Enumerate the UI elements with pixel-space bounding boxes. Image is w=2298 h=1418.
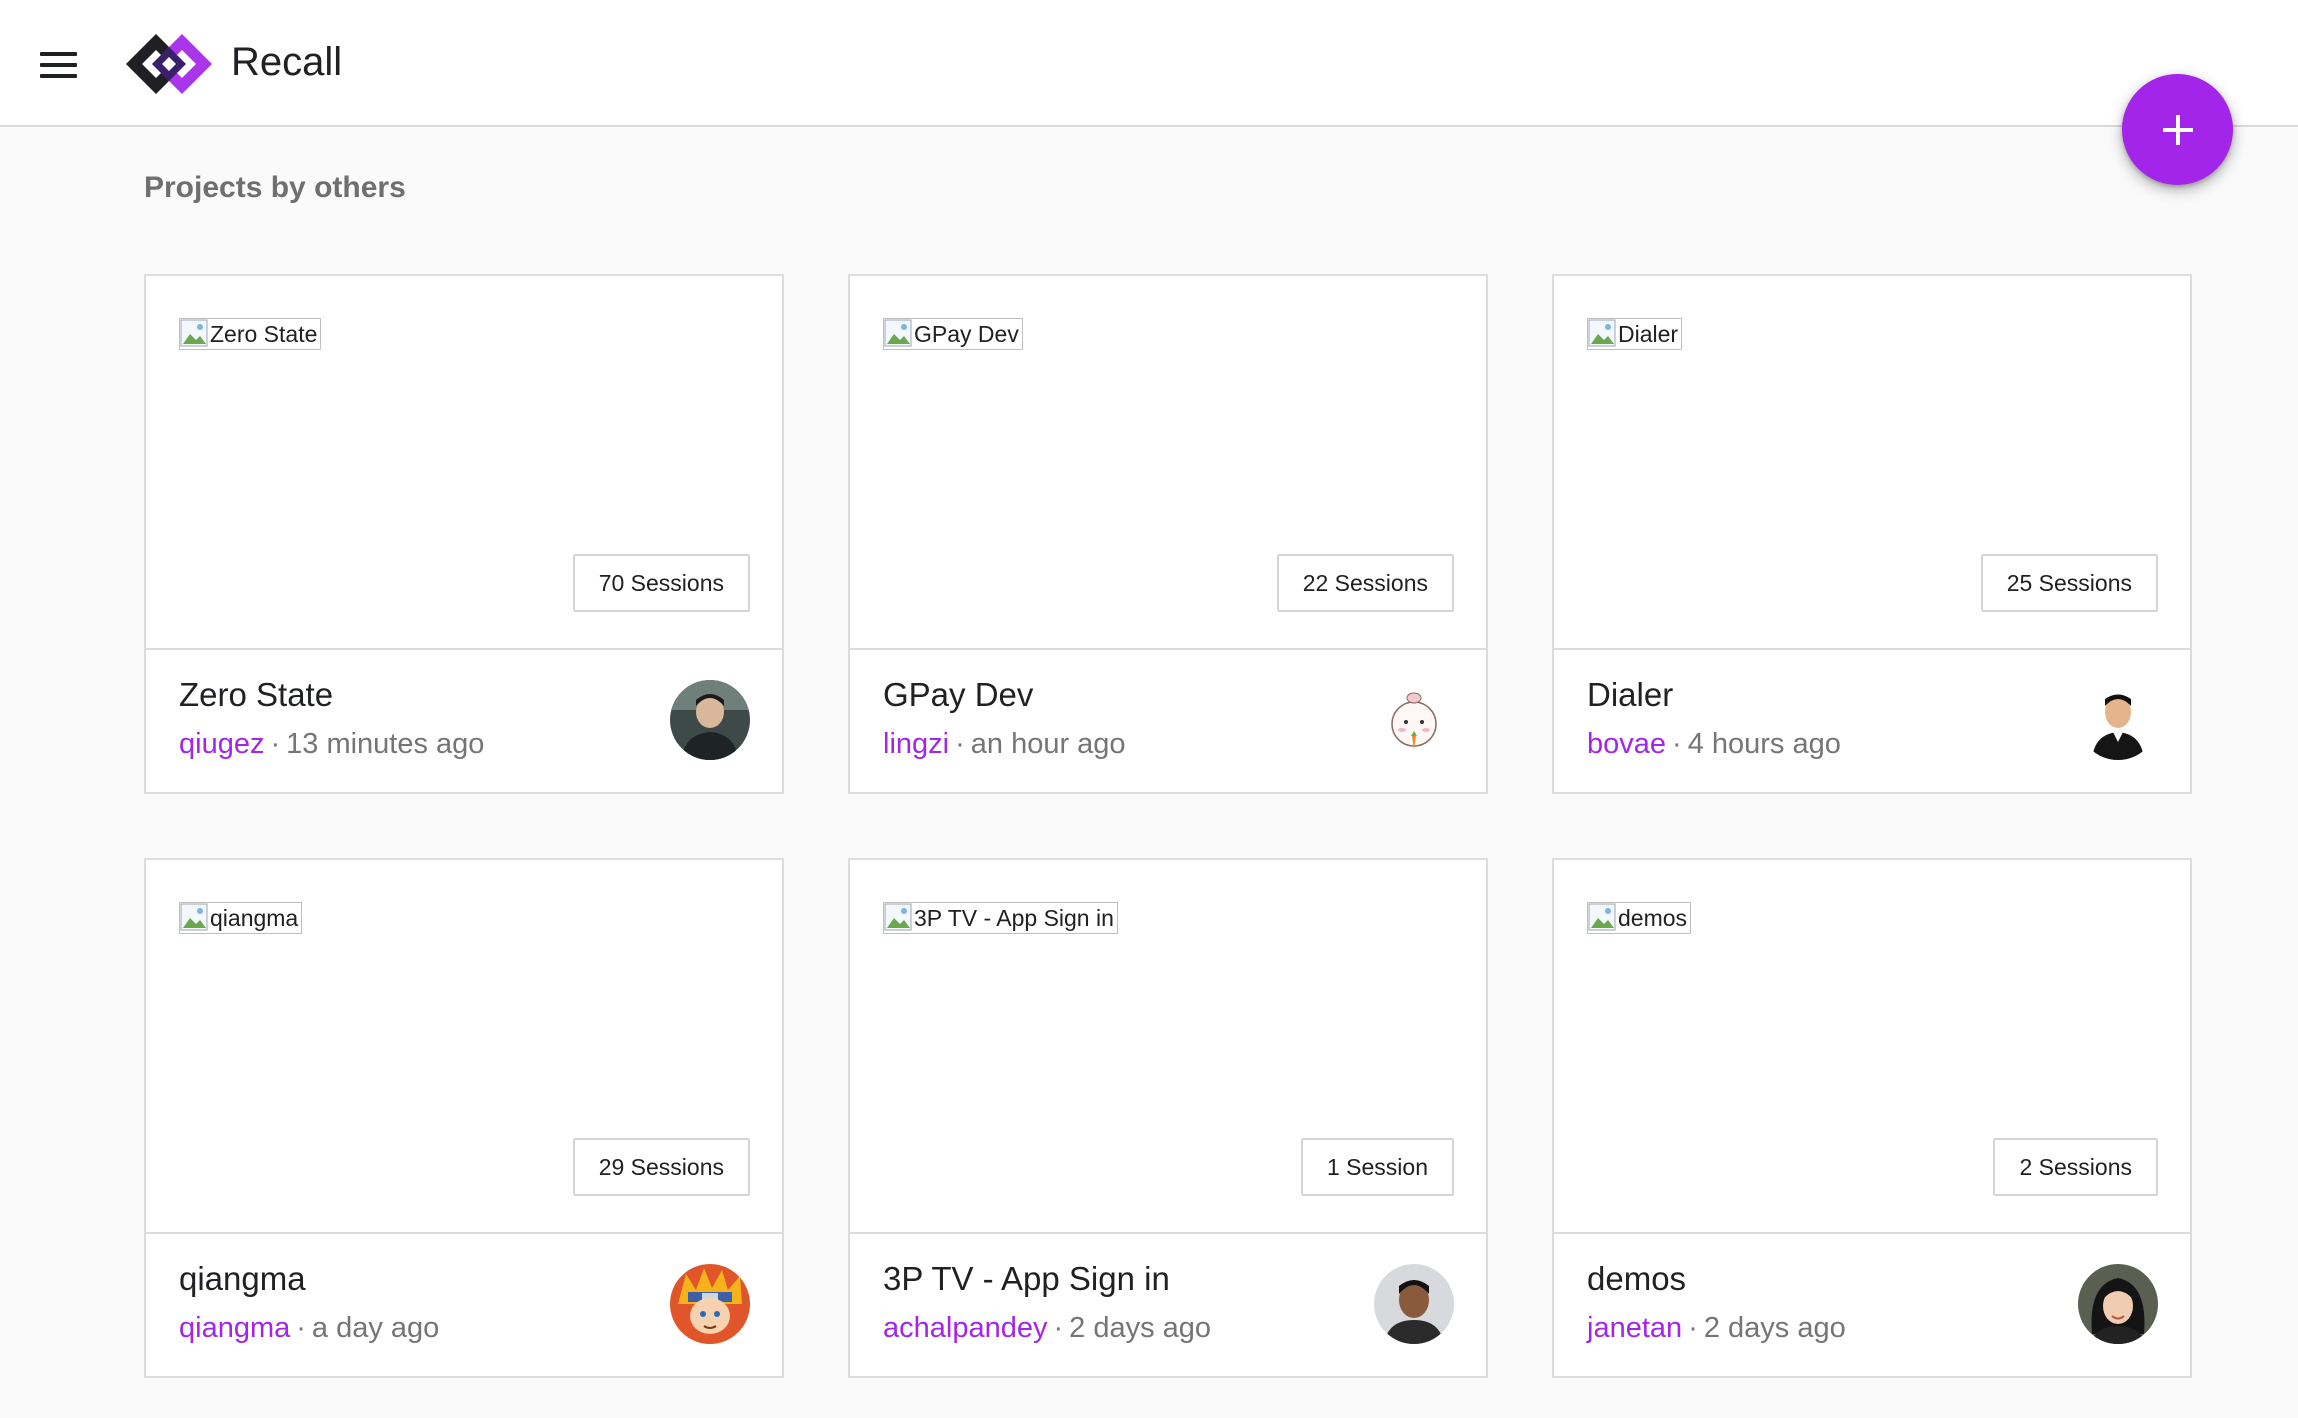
sessions-button[interactable]: 2 Sessions	[1993, 1138, 2158, 1196]
updated-time: a day ago	[311, 1312, 440, 1344]
avatar[interactable]	[670, 1264, 750, 1344]
updated-time: 2 days ago	[1703, 1312, 1846, 1344]
project-name: GPay Dev	[883, 676, 1034, 713]
sessions-button[interactable]: 29 Sessions	[572, 1138, 750, 1196]
project-meta: qiugez · 13 minutes ago	[179, 728, 484, 761]
broken-image-icon	[1588, 903, 1616, 931]
add-project-button[interactable]	[2122, 74, 2233, 185]
avatar[interactable]	[670, 680, 750, 760]
project-meta: lingzi · an hour ago	[883, 728, 1126, 761]
project-card[interactable]: demos 2 Sessions demos janetan · 2 days ag…	[1552, 858, 2192, 1378]
hamburger-menu-icon[interactable]	[40, 40, 104, 90]
sessions-button[interactable]: 70 Sessions	[572, 554, 750, 612]
image-alt-text: GPay Dev	[914, 320, 1019, 347]
meta-separator: ·	[270, 728, 281, 760]
updated-time: an hour ago	[970, 728, 1126, 760]
updated-time: 4 hours ago	[1687, 728, 1841, 760]
broken-image: demos	[1587, 902, 1692, 934]
top-app-bar: Recall	[0, 0, 2298, 127]
updated-time: 2 days ago	[1069, 1312, 1212, 1344]
broken-image: qiangma	[179, 902, 303, 934]
image-alt-text: 3P TV - App Sign in	[914, 904, 1114, 931]
avatar[interactable]	[2078, 1264, 2158, 1344]
project-card[interactable]: GPay Dev 22 Sessions GPay Dev lingzi · an …	[848, 274, 1488, 794]
project-meta: achalpandey · 2 days ago	[883, 1312, 1211, 1345]
plus-icon	[2162, 114, 2193, 145]
broken-image-icon	[884, 903, 912, 931]
project-name: demos	[1587, 1260, 1687, 1297]
avatar[interactable]	[2078, 680, 2158, 760]
owner-link[interactable]: lingzi	[883, 728, 949, 760]
project-card[interactable]: 3P TV - App Sign in 1 Session 3P TV - Ap…	[848, 858, 1488, 1378]
sessions-button[interactable]: 25 Sessions	[1980, 554, 2158, 612]
broken-image-icon	[180, 319, 208, 347]
project-meta: qiangma · a day ago	[179, 1312, 439, 1345]
meta-separator: ·	[296, 1312, 306, 1344]
project-name: 3P TV - App Sign in	[883, 1260, 1170, 1297]
project-card[interactable]: qiangma 29 Sessions qiangma qiangma · a da…	[144, 858, 784, 1378]
broken-image-icon	[180, 903, 208, 931]
image-alt-text: qiangma	[210, 904, 299, 931]
sessions-button[interactable]: 1 Session	[1300, 1138, 1454, 1196]
updated-time: 13 minutes ago	[286, 728, 485, 760]
image-alt-text: demos	[1618, 904, 1688, 931]
project-thumbnail: Zero State 70 Sessions	[146, 276, 782, 650]
sessions-button[interactable]: 22 Sessions	[1276, 554, 1454, 612]
meta-separator: ·	[1053, 1312, 1064, 1344]
meta-separator: ·	[955, 728, 965, 760]
broken-image: 3P TV - App Sign in	[883, 902, 1118, 934]
meta-separator: ·	[1672, 728, 1682, 760]
owner-link[interactable]: qiangma	[179, 1312, 290, 1344]
project-grid: Zero State 70 Sessions Zero State qiugez…	[144, 274, 2192, 1378]
project-thumbnail: demos 2 Sessions	[1554, 860, 2190, 1234]
broken-image-icon	[1588, 319, 1616, 347]
broken-image: Dialer	[1587, 318, 1683, 350]
avatar[interactable]	[1374, 680, 1454, 760]
avatar[interactable]	[1374, 1264, 1454, 1344]
project-thumbnail: Dialer 25 Sessions	[1554, 276, 2190, 650]
owner-link[interactable]: qiugez	[179, 728, 264, 760]
project-thumbnail: GPay Dev 22 Sessions	[850, 276, 1486, 650]
project-name: qiangma	[179, 1260, 306, 1297]
project-card[interactable]: Dialer 25 Sessions Dialer bovae · 4 hours …	[1552, 274, 2192, 794]
meta-separator: ·	[1688, 1312, 1698, 1344]
project-name: Zero State	[179, 676, 334, 713]
broken-image: GPay Dev	[883, 318, 1023, 350]
project-name: Dialer	[1587, 676, 1674, 713]
broken-image: Zero State	[179, 318, 322, 350]
project-thumbnail: qiangma 29 Sessions	[146, 860, 782, 1234]
app-title: Recall	[231, 40, 343, 84]
image-alt-text: Zero State	[210, 320, 318, 347]
project-card[interactable]: Zero State 70 Sessions Zero State qiugez…	[144, 274, 784, 794]
project-meta: janetan · 2 days ago	[1587, 1312, 1846, 1345]
broken-image-icon	[884, 319, 912, 347]
owner-link[interactable]: bovae	[1587, 728, 1666, 760]
project-thumbnail: 3P TV - App Sign in 1 Session	[850, 860, 1486, 1234]
project-meta: bovae · 4 hours ago	[1587, 728, 1841, 761]
owner-link[interactable]: achalpandey	[883, 1312, 1047, 1344]
recall-logo-icon	[124, 30, 214, 98]
owner-link[interactable]: janetan	[1587, 1312, 1682, 1344]
section-title: Projects by others	[144, 171, 406, 204]
image-alt-text: Dialer	[1618, 320, 1679, 347]
